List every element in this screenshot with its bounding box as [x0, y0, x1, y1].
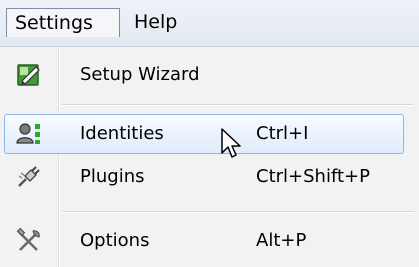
settings-dropdown: Setup Wizard Identities Ctrl+I Plugins C…: [0, 47, 419, 267]
identities-icon: [16, 121, 42, 147]
plugins-icon: [16, 164, 42, 190]
menu-help[interactable]: Help: [126, 8, 188, 37]
menu-item-setup-wizard[interactable]: Setup Wizard: [0, 54, 419, 96]
menu-separator: [62, 104, 414, 106]
menu-item-plugins[interactable]: Plugins Ctrl+Shift+P: [0, 156, 419, 198]
mouse-pointer-icon: [221, 128, 243, 162]
menu-item-label: Options: [80, 230, 150, 251]
menu-item-shortcut: Ctrl+Shift+P: [256, 166, 370, 187]
menu-item-label: Identities: [80, 123, 164, 144]
menu-bar: Settings Help: [0, 0, 419, 47]
menu-item-label: Setup Wizard: [80, 64, 200, 85]
menu-settings[interactable]: Settings: [6, 8, 120, 37]
menu-item-label: Plugins: [80, 166, 145, 187]
options-icon: [16, 227, 42, 254]
menu-item-shortcut: Ctrl+I: [256, 123, 309, 144]
menu-separator: [62, 211, 414, 213]
menu-item-shortcut: Alt+P: [256, 230, 307, 251]
menu-item-options[interactable]: Options Alt+P: [0, 220, 419, 262]
menu-item-identities[interactable]: Identities Ctrl+I: [0, 113, 419, 155]
setup-wizard-icon: [16, 62, 42, 88]
hover-highlight: [4, 114, 404, 154]
